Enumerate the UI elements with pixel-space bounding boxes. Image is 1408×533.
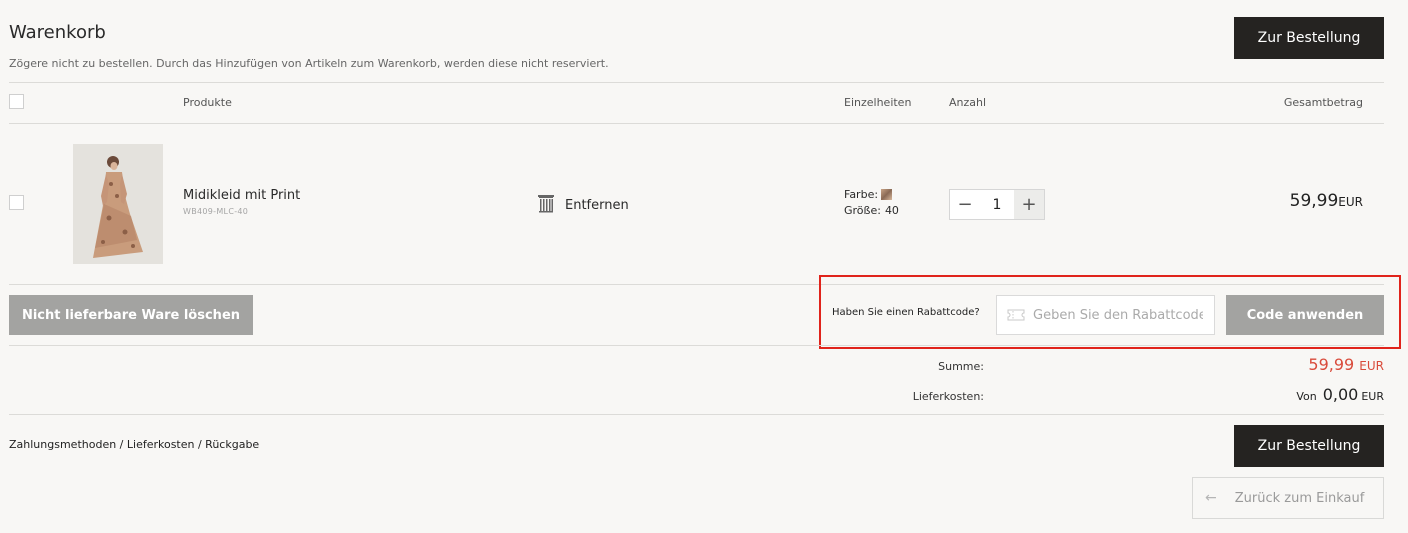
page-title: Warenkorb	[9, 22, 106, 43]
back-to-shopping-label: Zurück zum Einkauf	[1234, 490, 1365, 506]
product-image[interactable]	[73, 144, 163, 264]
item-price: 59,99EUR	[1290, 191, 1363, 211]
page-subtitle: Zögere nicht zu bestellen. Durch das Hin…	[9, 57, 609, 70]
item-checkbox[interactable]	[9, 195, 24, 210]
column-total: Gesamtbetrag	[1283, 96, 1363, 109]
item-price-currency: EUR	[1338, 195, 1363, 209]
shipping-value: Von 0,00 EUR	[1296, 385, 1384, 404]
divider	[9, 414, 1384, 415]
footer-links[interactable]: Zahlungsmethoden / Lieferkosten / Rückga…	[9, 438, 259, 451]
divider	[9, 123, 1384, 124]
discount-input-field[interactable]	[996, 295, 1215, 335]
shipping-currency: EUR	[1361, 390, 1384, 403]
column-products: Produkte	[183, 96, 232, 109]
product-name[interactable]: Midikleid mit Print	[183, 188, 300, 203]
decrease-quantity-button[interactable]: −	[950, 190, 980, 219]
quantity-stepper[interactable]: − 1 +	[949, 189, 1045, 220]
quantity-input[interactable]: 1	[980, 190, 1014, 219]
shipping-label: Lieferkosten:	[912, 390, 984, 403]
delete-unavailable-button[interactable]: Nicht lieferbare Ware löschen	[9, 295, 253, 335]
item-details: Farbe: Größe: 40	[844, 188, 899, 217]
size-row: Größe: 40	[844, 204, 899, 217]
size-label: Größe:	[844, 204, 881, 217]
sum-value: 59,99 EUR	[1308, 355, 1384, 374]
sum-label: Summe:	[938, 360, 984, 373]
color-row: Farbe:	[844, 188, 899, 201]
sum-currency: EUR	[1359, 359, 1384, 373]
trash-icon	[537, 193, 555, 217]
ticket-icon	[1007, 306, 1025, 325]
product-sku: WB409-MLC-40	[183, 207, 249, 216]
shipping-prefix: Von	[1296, 390, 1317, 403]
color-swatch	[881, 189, 893, 200]
color-label: Farbe:	[844, 188, 879, 201]
remove-label: Entfernen	[565, 197, 629, 213]
remove-button[interactable]: Entfernen	[537, 193, 629, 217]
order-button-bottom[interactable]: Zur Bestellung	[1234, 425, 1384, 467]
discount-question: Haben Sie einen Rabattcode?	[832, 307, 980, 318]
divider	[9, 345, 1384, 346]
increase-quantity-button[interactable]: +	[1014, 190, 1044, 219]
discount-code-input[interactable]	[1033, 307, 1203, 323]
item-price-value: 59,99	[1289, 191, 1339, 211]
sum-amount: 59,99	[1308, 355, 1355, 374]
order-button-top[interactable]: Zur Bestellung	[1234, 17, 1384, 59]
column-quantity: Anzahl	[949, 96, 987, 109]
select-all-checkbox[interactable]	[9, 94, 24, 109]
arrow-left-icon: ←	[1205, 490, 1217, 506]
back-to-shopping-button[interactable]: ← Zurück zum Einkauf	[1192, 477, 1384, 519]
shipping-amount: 0,00	[1322, 385, 1359, 404]
size-value: 40	[884, 204, 899, 217]
divider	[9, 82, 1384, 83]
column-details: Einzelheiten	[844, 96, 912, 109]
apply-code-button[interactable]: Code anwenden	[1226, 295, 1384, 335]
